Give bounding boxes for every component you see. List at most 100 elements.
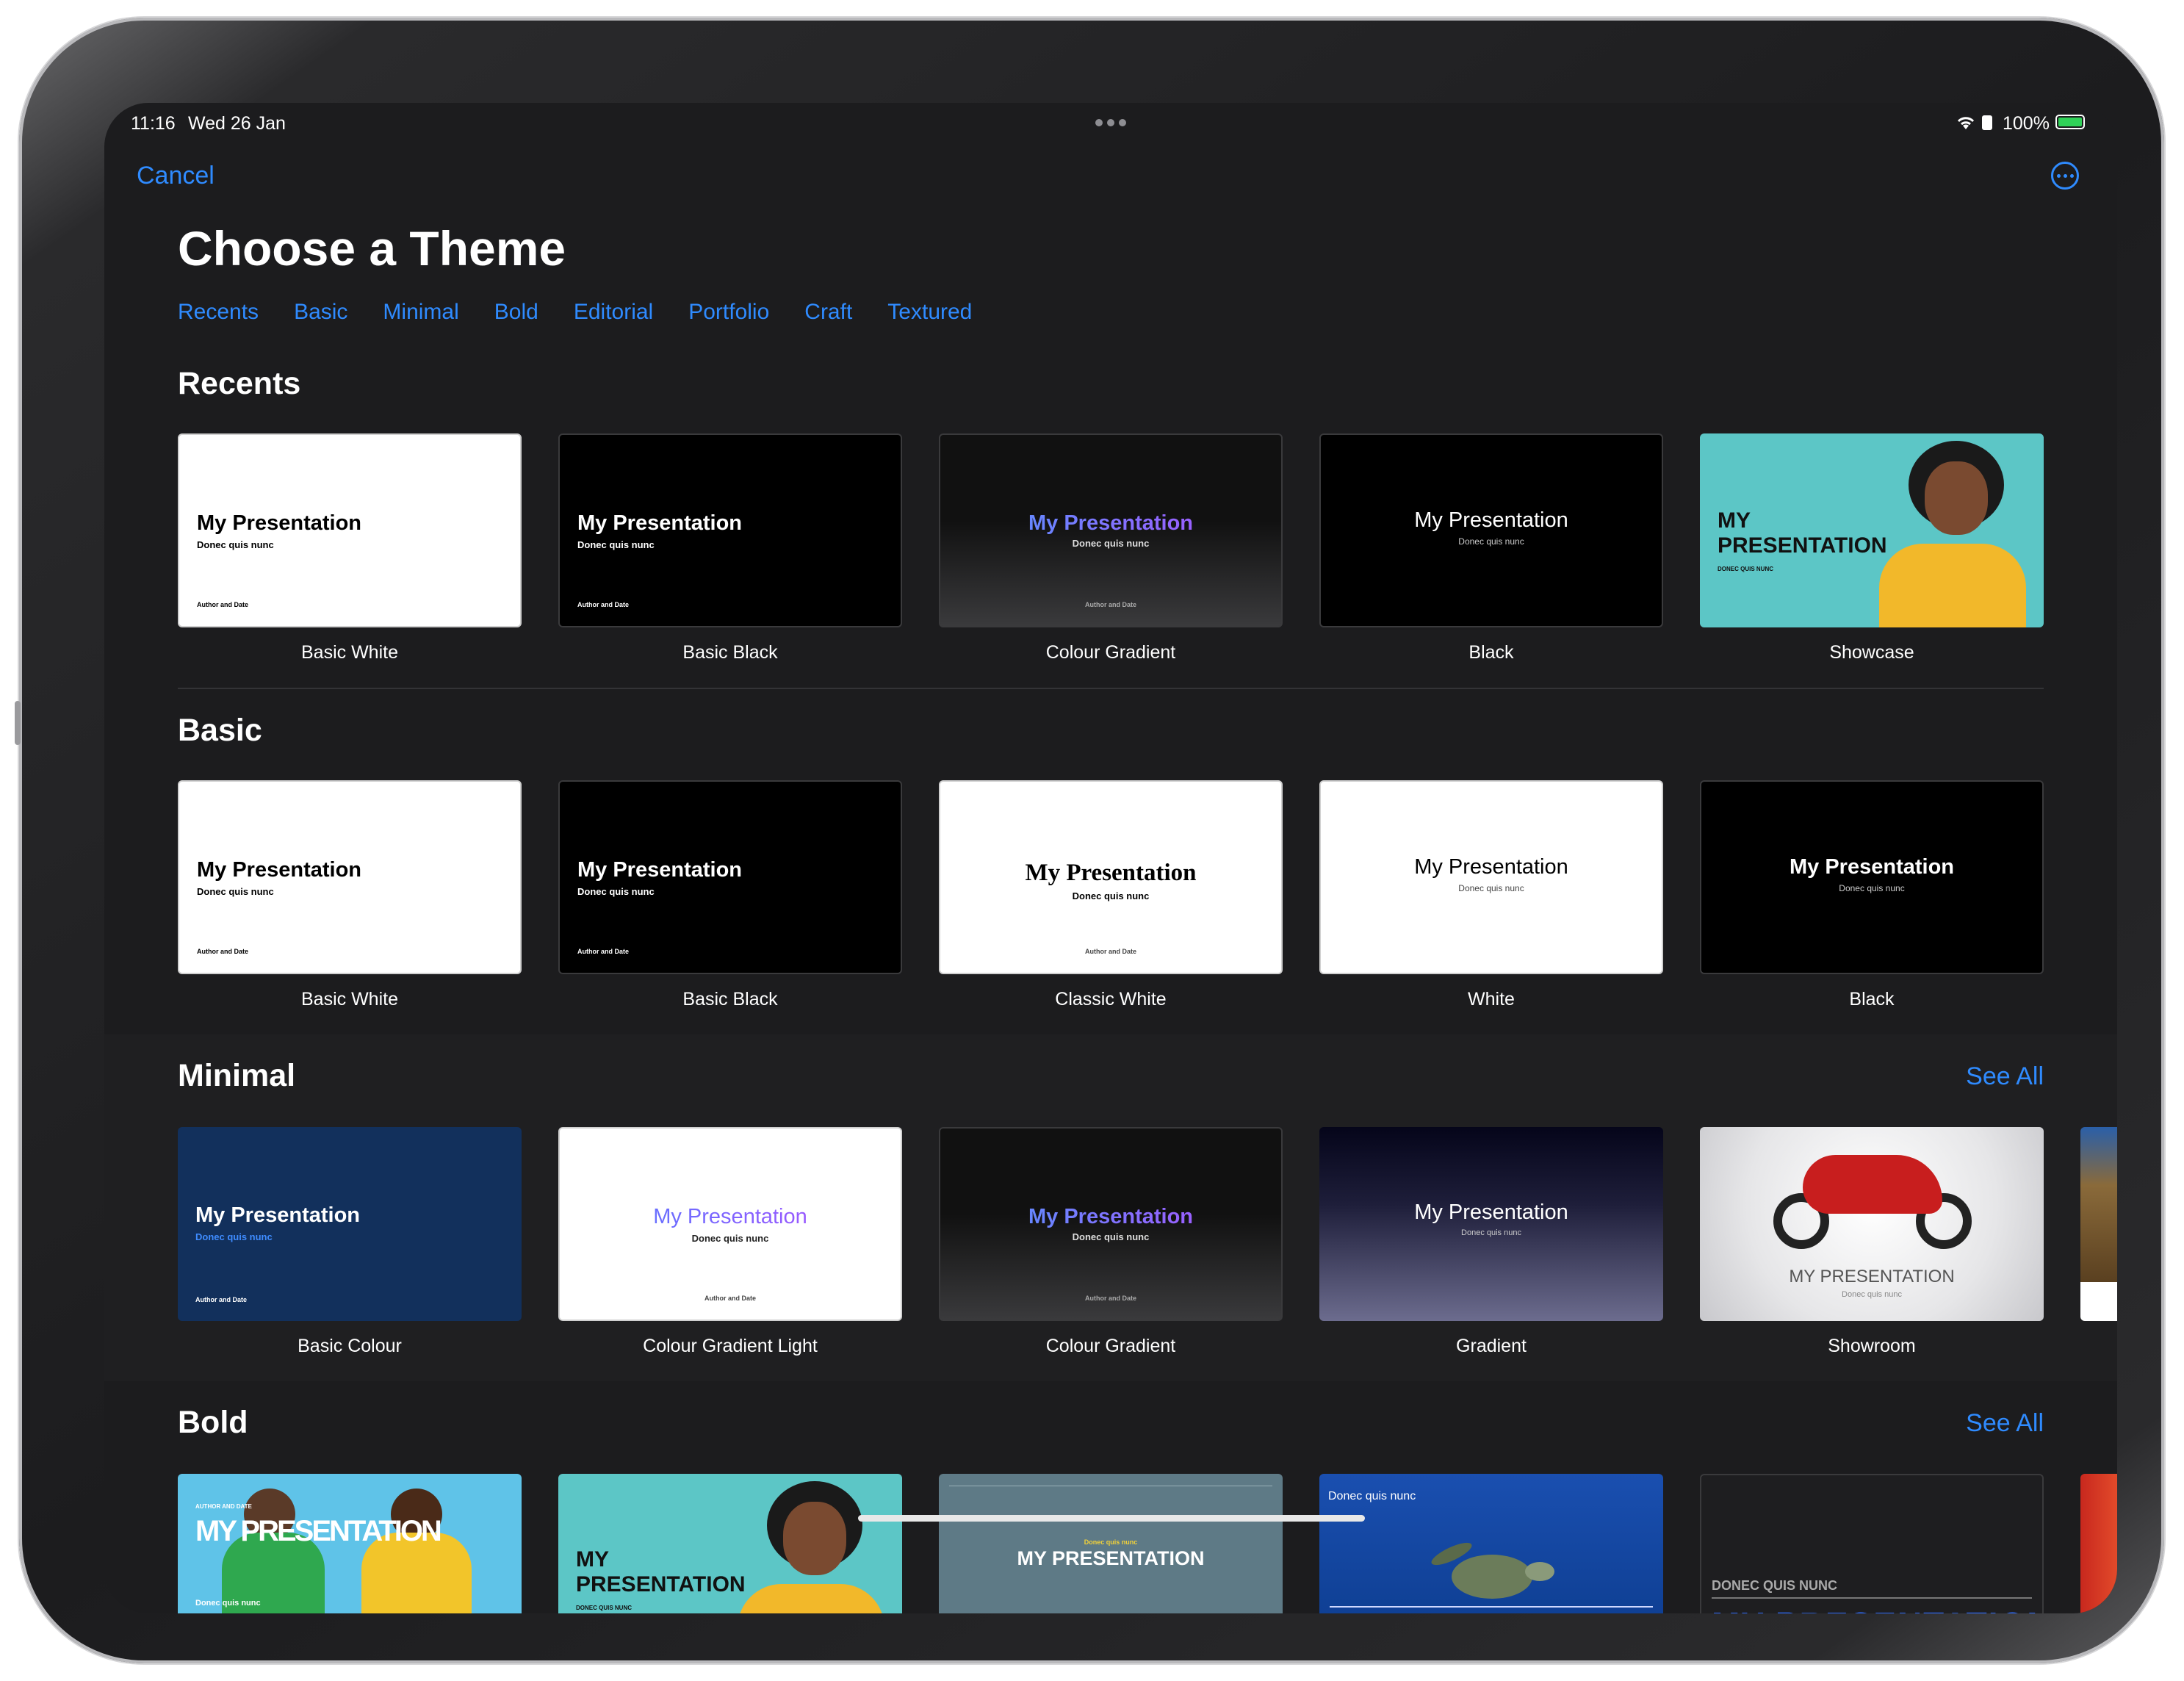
theme-name: Basic Black — [682, 989, 778, 1009]
theme-name: Black — [1468, 642, 1514, 663]
tab-portfolio[interactable]: Portfolio — [688, 300, 769, 325]
theme-thumb[interactable]: AUTHOR AND DATE MY PRESENTATION Donec qu… — [178, 1474, 522, 1613]
theme-thumb[interactable]: My Presentation Donec quis nunc Author a… — [558, 433, 902, 627]
thumb-subtitle: Donec quis nunc — [1461, 1228, 1521, 1237]
thumb-subtitle: Donec quis nunc — [1084, 1538, 1138, 1546]
theme-thumb[interactable]: MY PRESENTATION DONEC QUIS NUNC — [558, 1474, 902, 1613]
thumb-footer: Author and Date — [1084, 601, 1136, 608]
home-indicator[interactable] — [858, 1515, 1365, 1522]
theme-thumb[interactable]: DONEC QUIS NUNC MY PRESENTATION — [1700, 1474, 2044, 1613]
theme-thumb[interactable]: Donec quis nunc MY PRESENTATION — [939, 1474, 1283, 1613]
thumb-top-label: AUTHOR AND DATE — [195, 1503, 252, 1510]
theme-name: Colour Gradient — [1045, 1336, 1176, 1356]
page-title: Choose a Theme — [178, 221, 566, 276]
see-all-minimal-button[interactable]: See All — [1966, 1062, 2044, 1091]
battery-percent: 100% — [2003, 113, 2050, 134]
people-photo — [222, 1489, 516, 1613]
theme-thumb[interactable]: MY PRESENTATION DONEC QUIS NUNC — [1700, 433, 2044, 627]
theme-name: Basic White — [301, 642, 398, 663]
theme-thumb[interactable]: My Presentation Donec quis nunc — [1319, 433, 1663, 627]
thumb-subtitle: Donec quis nunc — [1072, 538, 1150, 549]
thumb-heading: My Presentation — [560, 1205, 901, 1229]
thumb-heading: MY PRESENTATION — [1712, 1605, 2042, 1613]
thumb-footer: Author and Date — [1084, 948, 1136, 955]
thumb-subtitle: Donec quis nunc — [577, 539, 655, 550]
tab-minimal[interactable]: Minimal — [383, 300, 458, 325]
theme-thumb[interactable]: Donec quis nunc — [1319, 1474, 1663, 1613]
thumb-footer: Author and Date — [1084, 1295, 1136, 1302]
thumb-subtitle: Donec quis nunc — [1839, 883, 1905, 893]
thumb-heading: My Presentation — [1414, 855, 1568, 879]
theme-thumb-partial[interactable] — [2080, 1127, 2117, 1321]
tab-bold[interactable]: Bold — [494, 300, 538, 325]
status-time: 11:16 — [131, 113, 176, 134]
tab-recents[interactable]: Recents — [178, 300, 259, 325]
thumb-heading: My Presentation — [195, 1203, 360, 1227]
motorcycle-image — [1773, 1148, 1972, 1250]
thumb-subtitle: DONEC QUIS NUNC — [1718, 566, 1774, 572]
thumb-heading: My Presentation — [577, 511, 742, 535]
thumb-heading: My Presentation — [1790, 855, 1954, 879]
thumb-footer: Author and Date — [197, 948, 249, 955]
thumb-subtitle: Donec quis nunc — [577, 886, 655, 897]
status-date: Wed 26 Jan — [188, 113, 286, 134]
thumb-subtitle: Donec quis nunc — [1842, 1290, 1902, 1299]
tab-craft[interactable]: Craft — [804, 300, 852, 325]
thumb-subtitle: Donec quis nunc — [195, 1599, 261, 1608]
theme-thumb[interactable]: MY PRESENTATION Donec quis nunc — [1700, 1127, 2044, 1321]
theme-thumb[interactable]: My Presentation Donec quis nunc Author a… — [558, 780, 902, 974]
theme-thumb[interactable]: My Presentation Donec quis nunc Author a… — [558, 1127, 902, 1321]
thumb-heading: My Presentation — [1414, 1201, 1568, 1224]
theme-thumb[interactable]: My Presentation Donec quis nunc Author a… — [939, 1127, 1283, 1321]
theme-thumb-partial[interactable] — [2080, 1474, 2117, 1613]
tab-basic[interactable]: Basic — [294, 300, 347, 325]
thumb-subtitle: Donec quis nunc — [1328, 1490, 1416, 1502]
thumb-heading: MY PRESENTATION — [195, 1515, 442, 1547]
ipad-frame: 11:16 Wed 26 Jan 100% Cancel Choose a Th… — [15, 18, 2164, 1663]
theme-thumb[interactable]: My Presentation Donec quis nunc — [1319, 1127, 1663, 1321]
section-title-basic: Basic — [178, 713, 262, 748]
thumb-heading: MY PRESENTATION — [1789, 1267, 1955, 1286]
person-photo — [738, 1481, 884, 1613]
theme-name: Basic White — [301, 989, 398, 1009]
thumb-rule — [1330, 1606, 1653, 1608]
section-title-minimal: Minimal — [178, 1058, 296, 1093]
lock-rotation-icon — [1982, 115, 1992, 130]
theme-name: Classic White — [1055, 989, 1167, 1009]
thumb-heading: MY PRESENTATION — [1718, 508, 1887, 558]
thumb-subtitle: DONEC QUIS NUNC — [576, 1605, 633, 1611]
thumb-subtitle: DONEC QUIS NUNC — [1712, 1578, 1838, 1593]
cancel-button[interactable]: Cancel — [137, 162, 215, 190]
person-photo — [1879, 441, 2026, 627]
thumb-heading: My Presentation — [1414, 508, 1568, 532]
thumb-heading: My Presentation — [197, 858, 361, 882]
theme-thumb[interactable]: My Presentation Donec quis nunc Author a… — [178, 433, 522, 627]
theme-thumb[interactable]: My Presentation Donec quis nunc — [1700, 780, 2044, 974]
wifi-icon — [1956, 115, 1976, 134]
thumb-heading: MY PRESENTATION — [576, 1547, 746, 1597]
thumb-heading: My Presentation — [197, 511, 361, 535]
theme-name: Gradient — [1456, 1336, 1527, 1356]
thumb-rule — [1712, 1597, 2032, 1599]
tab-editorial[interactable]: Editorial — [574, 300, 653, 325]
theme-thumb[interactable]: My Presentation Donec quis nunc Author a… — [178, 1127, 522, 1321]
more-options-icon[interactable] — [2051, 162, 2079, 190]
multitasking-dots-icon[interactable] — [1095, 119, 1126, 126]
theme-thumb[interactable]: My Presentation Donec quis nunc Author a… — [178, 780, 522, 974]
theme-name: Basic Colour — [298, 1336, 402, 1356]
thumb-heading: My Presentation — [1025, 860, 1197, 886]
theme-thumb[interactable]: My Presentation Donec quis nunc Author a… — [939, 780, 1283, 974]
theme-thumb[interactable]: My Presentation Donec quis nunc Author a… — [939, 433, 1283, 627]
thumb-heading: My Presentation — [577, 858, 742, 882]
theme-name: Showcase — [1829, 642, 1914, 663]
section-title-recents: Recents — [178, 366, 301, 401]
thumb-footer: Author and Date — [577, 601, 630, 608]
thumb-footer: Author and Date — [577, 948, 630, 955]
theme-name: White — [1468, 989, 1515, 1009]
see-all-bold-button[interactable]: See All — [1966, 1409, 2044, 1438]
thumb-subtitle: Donec quis nunc — [197, 539, 274, 550]
theme-thumb[interactable]: My Presentation Donec quis nunc — [1319, 780, 1663, 974]
tab-textured[interactable]: Textured — [887, 300, 972, 325]
thumb-heading: My Presentation — [940, 1205, 1281, 1229]
thumb-footer: Author and Date — [195, 1296, 248, 1303]
